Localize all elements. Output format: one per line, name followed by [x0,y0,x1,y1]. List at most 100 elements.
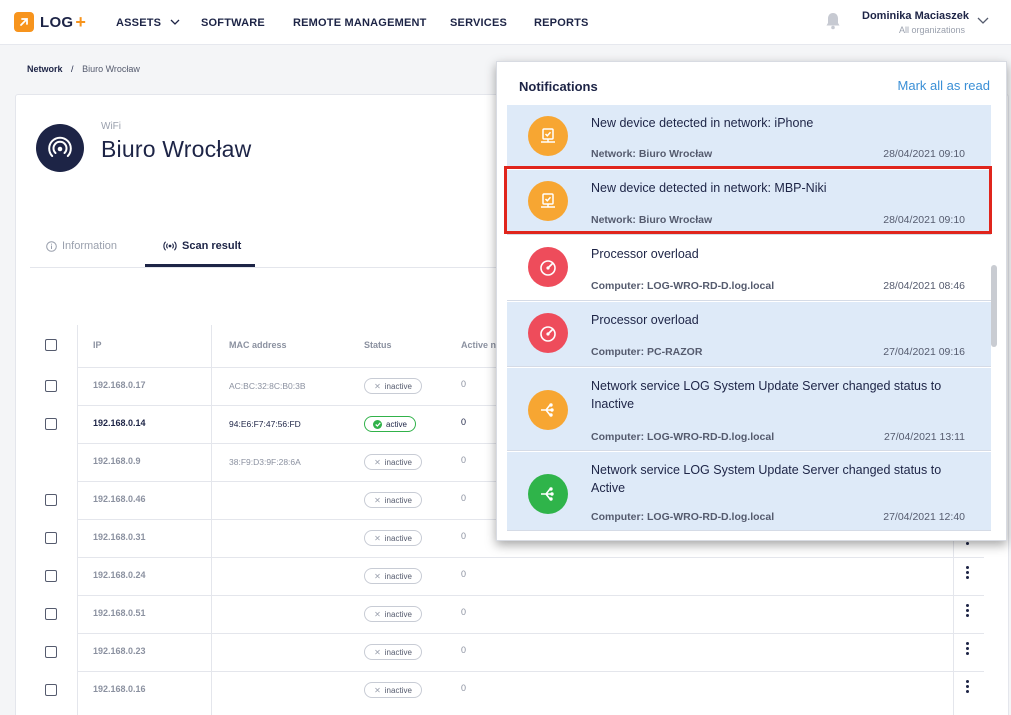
notifications-title: Notifications [519,79,598,94]
tab-information[interactable]: Information [46,240,117,252]
active-count-cell: 0 [461,493,467,503]
breadcrumb: Network / Biuro Wrocław [27,64,140,74]
mac-cell: 38:F9:D3:9F:28:6A [229,457,301,467]
app-logo[interactable]: LOG + [14,12,86,32]
notification-time: 27/04/2021 12:40 [883,511,965,523]
user-organization: All organizations [898,25,965,35]
notification-title: Network service LOG System Update Server… [591,379,942,411]
notifications-panel: Notifications Mark all as read New devic… [496,61,1007,541]
user-menu-chevron-icon[interactable] [977,17,989,25]
row-checkbox[interactable] [45,646,57,658]
status-label: inactive [384,609,412,619]
logo-arrow-icon [14,12,34,32]
column-header-status[interactable]: Status [364,340,392,350]
nav-assets-label: ASSETS [116,17,162,29]
status-label: inactive [384,685,412,695]
network-type: WiFi [101,121,121,132]
wifi-network-icon [36,124,84,172]
notification-time: 28/04/2021 09:10 [883,148,965,160]
notification-title: Processor overload [591,313,699,327]
highlight-box [504,166,992,234]
active-count-cell: 0 [461,531,467,541]
logo-text: LOG [40,13,74,31]
notification-time: 27/04/2021 09:16 [883,346,965,358]
row-divider [77,595,984,596]
notification-time: 28/04/2021 08:46 [883,280,965,292]
notification-item[interactable]: Network service LOG System Update Server… [507,452,991,531]
bell-icon[interactable] [825,12,841,30]
nav-assets[interactable]: ASSETS [116,17,180,29]
status-badge: ✕ inactive [364,492,422,508]
row-checkbox[interactable] [45,418,57,430]
active-count-cell: 0 [461,683,467,693]
logo-plus: + [75,12,86,32]
tab-information-label: Information [62,240,118,252]
status-label: inactive [384,495,412,505]
notification-item[interactable]: Processor overload Computer: LOG-WRO-RD-D… [507,236,991,301]
status-badge: ✕ inactive [364,606,422,622]
active-count-cell: 0 [461,569,467,579]
notification-source: Computer: LOG-WRO-RD-D.log.local [591,280,775,292]
mac-cell: AC:BC:32:8C:B0:3B [229,381,306,391]
status-label: inactive [384,533,412,543]
row-divider [77,633,984,634]
row-checkbox[interactable] [45,380,57,392]
nav-services[interactable]: SERVICES [450,17,507,29]
ip-cell: 192.168.0.51 [93,608,146,618]
notification-source: Computer: LOG-WRO-RD-D.log.local [591,431,775,443]
active-count-cell: 0 [461,645,467,655]
row-checkbox[interactable] [45,570,57,582]
service-icon [528,474,568,514]
row-checkbox[interactable] [45,608,57,620]
row-checkbox[interactable] [45,532,57,544]
column-header-active[interactable]: Active n [461,340,496,350]
notification-time: 27/04/2021 13:11 [884,431,965,443]
select-all-checkbox[interactable] [45,339,57,351]
tabs-divider [30,267,500,268]
status-label: inactive [384,647,412,657]
tab-scan-result-label: Scan result [182,240,242,252]
ip-cell: 192.168.0.16 [93,684,146,694]
x-icon: ✕ [374,685,381,695]
row-menu-icon[interactable] [966,680,970,693]
nav-remote-management[interactable]: REMOTE MANAGEMENT [293,17,427,29]
row-menu-icon[interactable] [966,642,970,655]
status-badge: ✕ inactive [364,378,422,394]
nav-reports[interactable]: REPORTS [534,17,589,29]
row-menu-icon[interactable] [966,604,970,617]
info-icon [46,240,57,252]
column-header-mac[interactable]: MAC address [229,340,287,350]
tab-scan-result[interactable]: Scan result [163,240,241,252]
row-checkbox[interactable] [45,494,57,506]
active-count-cell: 0 [461,417,467,427]
notification-item[interactable]: Processor overload Computer: PC-RAZOR 27/0… [507,302,991,367]
column-header-ip[interactable]: IP [93,340,102,350]
notification-item[interactable]: Network service LOG System Update Server… [507,368,991,451]
row-menu-icon[interactable] [966,566,970,579]
nav-software[interactable]: SOFTWARE [201,17,265,29]
breadcrumb-separator: / [71,64,74,74]
ip-cell: 192.168.0.46 [93,494,146,504]
ip-cell: 192.168.0.9 [93,456,141,466]
breadcrumb-current: Biuro Wrocław [82,64,140,74]
check-icon [373,419,383,429]
notifications-scrollbar[interactable] [991,265,997,347]
row-checkbox[interactable] [45,684,57,696]
status-badge: ✕ inactive [364,530,422,546]
column-divider [211,325,212,715]
notification-source: Network: Biuro Wrocław [591,148,713,160]
status-label: inactive [384,571,412,581]
notification-source: Computer: PC-RAZOR [591,346,703,358]
ip-cell: 192.168.0.31 [93,532,146,542]
status-label: inactive [384,457,412,467]
mac-cell: 94:E6:F7:47:56:FD [229,419,301,429]
device-detected-icon [528,116,568,156]
notification-item[interactable]: New device detected in network: iPhone Ne… [507,105,991,169]
breadcrumb-network-link[interactable]: Network [27,64,63,74]
x-icon: ✕ [374,457,381,467]
user-name[interactable]: Dominika Maciaszek [862,10,969,22]
mark-all-read-link[interactable]: Mark all as read [898,78,990,93]
status-badge: active [364,416,416,432]
active-count-cell: 0 [461,455,467,465]
x-icon: ✕ [374,533,381,543]
